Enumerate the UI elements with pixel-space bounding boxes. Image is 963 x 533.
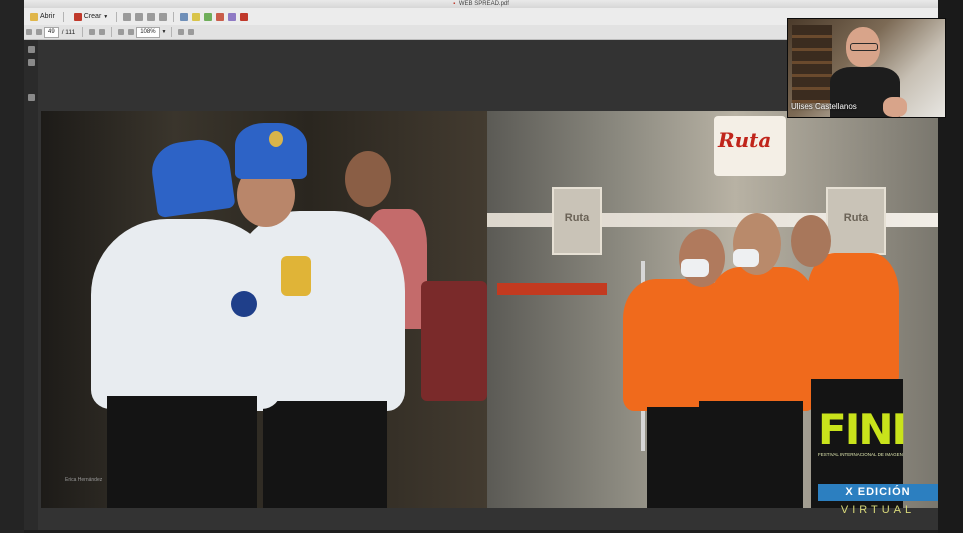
cap-badge [269,131,283,147]
participant-name: Ulises Castellanos [791,102,857,111]
bookmark-icon[interactable] [27,59,35,66]
create-button[interactable]: Crear ▼ [68,10,112,23]
create-label: Crear [83,13,102,20]
open-button[interactable]: Abrir [24,10,59,23]
email-icon[interactable] [147,12,156,21]
worker-right-face [791,215,831,267]
glasses [850,43,878,51]
save-icon[interactable] [123,12,132,21]
toolbar-separator [82,27,84,37]
thumbnails-icon[interactable] [27,46,35,53]
create-pdf-icon [73,12,82,21]
shop-logo-left-text: Ruta [564,212,590,224]
shop-logo-right: Ruta [826,187,886,255]
face-mask [681,259,709,277]
shop-counter [497,283,607,295]
print-icon[interactable] [135,12,144,21]
officer-right-pants [263,401,387,508]
chevron-down-icon[interactable]: ▼ [162,29,167,35]
shop-logo-left: Ruta [552,187,602,255]
can [281,256,311,296]
worker-center-pants [699,401,803,508]
zoom-in-icon[interactable] [128,29,135,35]
page-total: / 111 [61,28,76,36]
fit-page-icon[interactable] [177,29,184,35]
toolbar-separator [170,27,172,37]
person-head [345,151,391,207]
shop-sign-text: Ruta [718,128,772,152]
toolbar-separator [116,11,118,22]
left-tool-panel [24,40,38,530]
page-spread: Erica Hernández Ruta Ruta Ruta [41,111,938,508]
chevron-down-icon: ▼ [103,13,109,20]
comment-icon[interactable] [192,12,201,21]
zoom-level-select[interactable]: 108% [136,26,160,38]
bookshelf [792,25,832,103]
share-icon[interactable] [216,12,225,21]
settings-icon[interactable] [180,12,189,21]
officer-left-cap [148,135,236,219]
festival-edition: X EDICIÓN [818,484,938,501]
pdf-file-icon: ▪ [453,1,456,7]
title-bar: ▪ WEB SPREAD.pdf [24,0,938,8]
toolbar-separator [111,27,113,37]
folder-icon [30,12,38,21]
toolbar-separator [173,11,175,22]
zoom-out-icon[interactable] [118,29,125,35]
bag [421,281,487,401]
sign-icon[interactable] [204,12,213,21]
participant-hand [883,97,907,117]
officer-left-body [91,219,281,409]
fit-width-icon[interactable] [187,29,194,35]
window-title: WEB SPREAD.pdf [458,1,509,7]
officer-left-pants [107,396,257,508]
page-number-input[interactable]: 49 [44,26,59,38]
festival-subtitle: FESTIVAL INTERNACIONAL DE IMAGEN [818,452,903,457]
photo-credit: Erica Hernández [65,477,103,483]
festival-virtual: VIRTUAL [840,504,916,516]
festival-title: FINI [818,405,907,454]
officer-right-cap [235,123,307,179]
shop-logo-right-text: Ruta [843,212,869,224]
hand-tool-icon[interactable] [99,29,106,35]
photo-left-page: Erica Hernández [41,111,487,508]
select-tool-icon[interactable] [89,29,96,35]
export-icon[interactable] [240,12,249,21]
attachment-icon[interactable] [27,94,35,101]
toolbar-separator [62,11,64,22]
festival-logo: FINI FESTIVAL INTERNACIONAL DE IMAGEN X … [816,408,938,520]
worker-center-body [707,267,817,411]
left-border [0,0,24,533]
shop-sign: Ruta [714,116,786,176]
worker-right-body [807,253,899,389]
shoulder-patch [231,291,257,317]
open-label: Abrir [40,13,55,20]
upload-icon[interactable] [159,12,168,21]
stamp-icon[interactable] [228,12,237,21]
prev-page-icon[interactable] [26,29,32,35]
next-page-icon[interactable] [36,29,42,35]
face-mask [733,249,759,267]
app-window: ▪ WEB SPREAD.pdf Abrir Crear ▼ 49 / 111 [0,0,963,533]
webcam-overlay[interactable]: Ulises Castellanos [787,18,946,118]
